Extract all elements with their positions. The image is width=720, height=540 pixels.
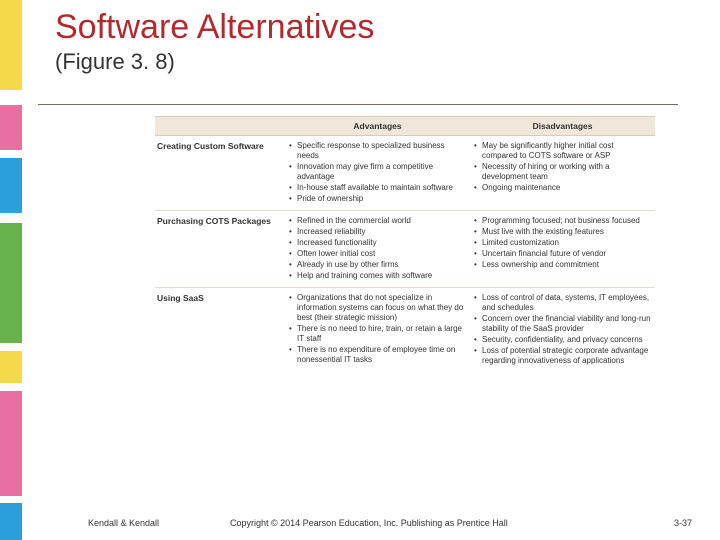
table-row: Using SaaSOrganizations that do not spec…: [155, 288, 655, 372]
list-item: Loss of potential strategic corporate ad…: [474, 346, 651, 366]
disadvantages-cell: May be significantly higher initial cost…: [470, 136, 655, 210]
list-item: Refined in the commercial world: [289, 216, 466, 226]
row-label: Using SaaS: [155, 288, 285, 372]
list-item: Limited customization: [474, 238, 651, 248]
list-item: Already in use by other firms: [289, 260, 466, 270]
list-item: Organizations that do not specialize in …: [289, 293, 466, 323]
list-item: There is no need to hire, train, or reta…: [289, 324, 466, 344]
page-number: 3-37: [674, 518, 692, 528]
list-item: In-house staff available to maintain sof…: [289, 183, 466, 193]
list-item: Often lower initial cost: [289, 249, 466, 259]
list-item: Increased reliability: [289, 227, 466, 237]
list-item: There is no expenditure of employee time…: [289, 345, 466, 365]
header: Software Alternatives (Figure 3. 8): [55, 8, 374, 75]
col-advantages: Advantages: [285, 117, 470, 135]
col-blank: [155, 117, 285, 135]
list-item: Loss of control of data, systems, IT emp…: [474, 293, 651, 313]
list-item: Concern over the financial viability and…: [474, 314, 651, 334]
list-item: Necessity of hiring or working with a de…: [474, 162, 651, 182]
advantages-cell: Refined in the commercial worldIncreased…: [285, 211, 470, 287]
disadvantages-cell: Loss of control of data, systems, IT emp…: [470, 288, 655, 372]
list-item: Increased functionality: [289, 238, 466, 248]
list-item: Specific response to specialized busines…: [289, 141, 466, 161]
table-row: Purchasing COTS PackagesRefined in the c…: [155, 211, 655, 288]
slide-title: Software Alternatives: [55, 8, 374, 47]
list-item: Pride of ownership: [289, 194, 466, 204]
list-item: May be significantly higher initial cost…: [474, 141, 651, 161]
col-disadvantages: Disadvantages: [470, 117, 655, 135]
list-item: Security, confidentiality, and privacy c…: [474, 335, 651, 345]
authors: Kendall & Kendall: [88, 518, 159, 528]
list-item: Less ownership and commitment: [474, 260, 651, 270]
slide-subtitle: (Figure 3. 8): [55, 49, 374, 75]
list-item: Must live with the existing features: [474, 227, 651, 237]
list-item: Uncertain financial future of vendor: [474, 249, 651, 259]
list-item: Programming focused; not business focuse…: [474, 216, 651, 226]
list-item: Ongoing maintenance: [474, 183, 651, 193]
decorative-sidebar: [0, 0, 22, 540]
copyright: Copyright © 2014 Pearson Education, Inc.…: [230, 518, 508, 528]
list-item: Help and training comes with software: [289, 271, 466, 281]
list-item: Innovation may give firm a competitive a…: [289, 162, 466, 182]
row-label: Purchasing COTS Packages: [155, 211, 285, 287]
divider: [38, 104, 678, 105]
advantages-cell: Organizations that do not specialize in …: [285, 288, 470, 372]
table-row: Creating Custom SoftwareSpecific respons…: [155, 136, 655, 211]
comparison-table: Advantages Disadvantages Creating Custom…: [155, 116, 655, 372]
table-header: Advantages Disadvantages: [155, 116, 655, 136]
disadvantages-cell: Programming focused; not business focuse…: [470, 211, 655, 287]
advantages-cell: Specific response to specialized busines…: [285, 136, 470, 210]
row-label: Creating Custom Software: [155, 136, 285, 210]
